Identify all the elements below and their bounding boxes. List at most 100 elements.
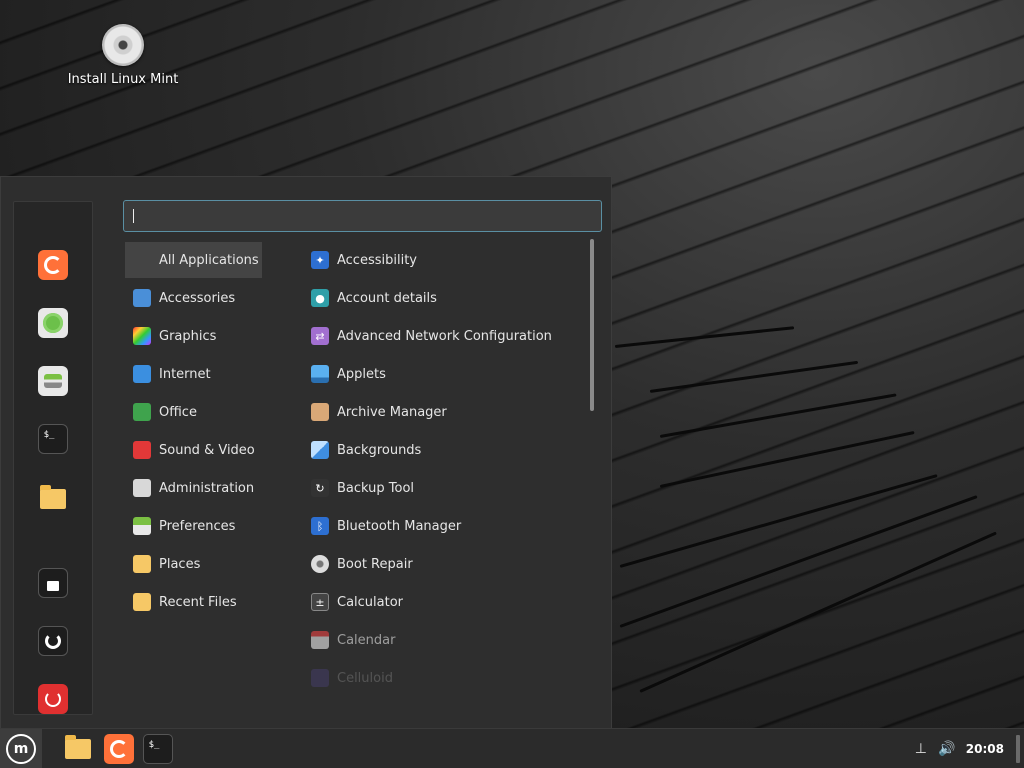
app-backup-tool[interactable]: ↻ Backup Tool: [303, 470, 583, 506]
accessibility-icon: ✦: [311, 251, 329, 269]
linux-mint-logo-icon: m: [6, 734, 36, 764]
app-accessibility[interactable]: ✦ Accessibility: [303, 242, 583, 278]
desktop-icon-label: Install Linux Mint: [67, 72, 179, 87]
category-label: Places: [159, 556, 201, 572]
favorites-sidebar: $_: [13, 201, 93, 715]
firefox-icon: [44, 256, 62, 274]
calendar-icon: [311, 631, 329, 649]
folder-icon: [133, 555, 151, 573]
app-boot-repair[interactable]: Boot Repair: [303, 546, 583, 582]
category-accessories[interactable]: Accessories: [125, 280, 262, 316]
category-label: Sound & Video: [159, 442, 255, 458]
boot-repair-icon: [311, 555, 329, 573]
firefox-icon: [110, 740, 128, 758]
application-menu: $_ All Applications Accessories Graphics…: [0, 176, 612, 728]
app-calculator[interactable]: ± Calculator: [303, 584, 583, 620]
app-label: Boot Repair: [337, 556, 413, 572]
category-graphics[interactable]: Graphics: [125, 318, 262, 354]
category-sound-video[interactable]: Sound & Video: [125, 432, 262, 468]
archive-icon: [311, 403, 329, 421]
logout-icon: [45, 633, 61, 649]
app-label: Applets: [337, 366, 386, 382]
category-label: Preferences: [159, 518, 236, 534]
folder-icon: [65, 735, 91, 759]
clock[interactable]: 20:08: [966, 742, 1004, 756]
app-label: Calculator: [337, 594, 404, 610]
category-preferences[interactable]: Preferences: [125, 508, 262, 544]
app-archive-manager[interactable]: Archive Manager: [303, 394, 583, 430]
app-label: Celluloid: [337, 670, 393, 686]
category-label: Accessories: [159, 290, 236, 306]
logout-button[interactable]: [38, 626, 68, 656]
bluetooth-icon: ᛒ: [311, 517, 329, 535]
category-label: Graphics: [159, 328, 217, 344]
lock-screen-button[interactable]: [38, 568, 68, 598]
category-label: All Applications: [159, 252, 259, 268]
panel-launcher-firefox[interactable]: [104, 734, 134, 764]
backgrounds-icon: [311, 441, 329, 459]
office-icon: [133, 403, 151, 421]
bottom-panel: m $_ ⊥ 🔊 20:08: [0, 728, 1024, 768]
favorite-files[interactable]: [38, 484, 68, 514]
app-label: Bluetooth Manager: [337, 518, 462, 534]
category-administration[interactable]: Administration: [125, 470, 262, 506]
app-label: Archive Manager: [337, 404, 447, 420]
lock-icon: [47, 580, 59, 591]
app-backgrounds[interactable]: Backgrounds: [303, 432, 583, 468]
play-icon: [133, 441, 151, 459]
recent-folder-icon: [133, 593, 151, 611]
applets-icon: [311, 365, 329, 383]
account-icon: ●: [311, 289, 329, 307]
preferences-icon: [133, 517, 151, 535]
terminal-icon: $_: [148, 740, 160, 750]
network-config-icon: ⇄: [311, 327, 329, 345]
app-label: Advanced Network Configuration: [337, 328, 552, 344]
favorite-firefox[interactable]: [38, 250, 68, 280]
celluloid-icon: [311, 669, 329, 687]
app-label: Accessibility: [337, 252, 417, 268]
apps-scrollbar[interactable]: [590, 239, 594, 411]
app-label: Calendar: [337, 632, 396, 648]
cloud-icon: [133, 365, 151, 383]
cd-disc-icon: [102, 24, 144, 66]
power-icon: [45, 691, 61, 707]
category-label: Recent Files: [159, 594, 237, 610]
network-icon[interactable]: ⊥: [912, 740, 930, 758]
system-tray: ⊥ 🔊 20:08: [908, 729, 1024, 768]
app-account-details[interactable]: ● Account details: [303, 280, 583, 316]
category-label: Administration: [159, 480, 255, 496]
favorite-system-settings[interactable]: [38, 366, 68, 396]
show-desktop-button[interactable]: [1016, 735, 1020, 763]
terminal-icon: $_: [43, 430, 55, 440]
software-manager-icon: [43, 313, 63, 333]
category-office[interactable]: Office: [125, 394, 262, 430]
settings-toggle-icon: [44, 374, 62, 388]
category-internet[interactable]: Internet: [125, 356, 262, 392]
app-calendar[interactable]: Calendar: [303, 622, 583, 658]
app-advanced-network-configuration[interactable]: ⇄ Advanced Network Configuration: [303, 318, 583, 354]
favorite-terminal[interactable]: $_: [38, 424, 68, 454]
volume-icon[interactable]: 🔊: [938, 740, 956, 758]
app-label: Backgrounds: [337, 442, 422, 458]
category-label: Office: [159, 404, 197, 420]
category-all-applications[interactable]: All Applications: [125, 242, 262, 278]
category-places[interactable]: Places: [125, 546, 262, 582]
panel-launcher-files[interactable]: [63, 734, 93, 764]
backup-icon: ↻: [311, 479, 329, 497]
category-recent-files[interactable]: Recent Files: [125, 584, 262, 620]
menu-button[interactable]: m: [0, 729, 42, 768]
folder-icon: [40, 485, 66, 509]
app-celluloid[interactable]: Celluloid: [303, 660, 583, 696]
app-bluetooth-manager[interactable]: ᛒ Bluetooth Manager: [303, 508, 583, 544]
category-label: Internet: [159, 366, 211, 382]
app-applets[interactable]: Applets: [303, 356, 583, 392]
search-input[interactable]: [123, 200, 602, 232]
graphics-icon: [133, 327, 151, 345]
text-caret: [133, 209, 134, 223]
administration-icon: [133, 479, 151, 497]
desktop-icon-install-linux-mint[interactable]: Install Linux Mint: [66, 24, 180, 87]
panel-launcher-terminal[interactable]: $_: [143, 734, 173, 764]
shutdown-button[interactable]: [38, 684, 68, 714]
scissors-icon: [133, 289, 151, 307]
favorite-software-manager[interactable]: [38, 308, 68, 338]
